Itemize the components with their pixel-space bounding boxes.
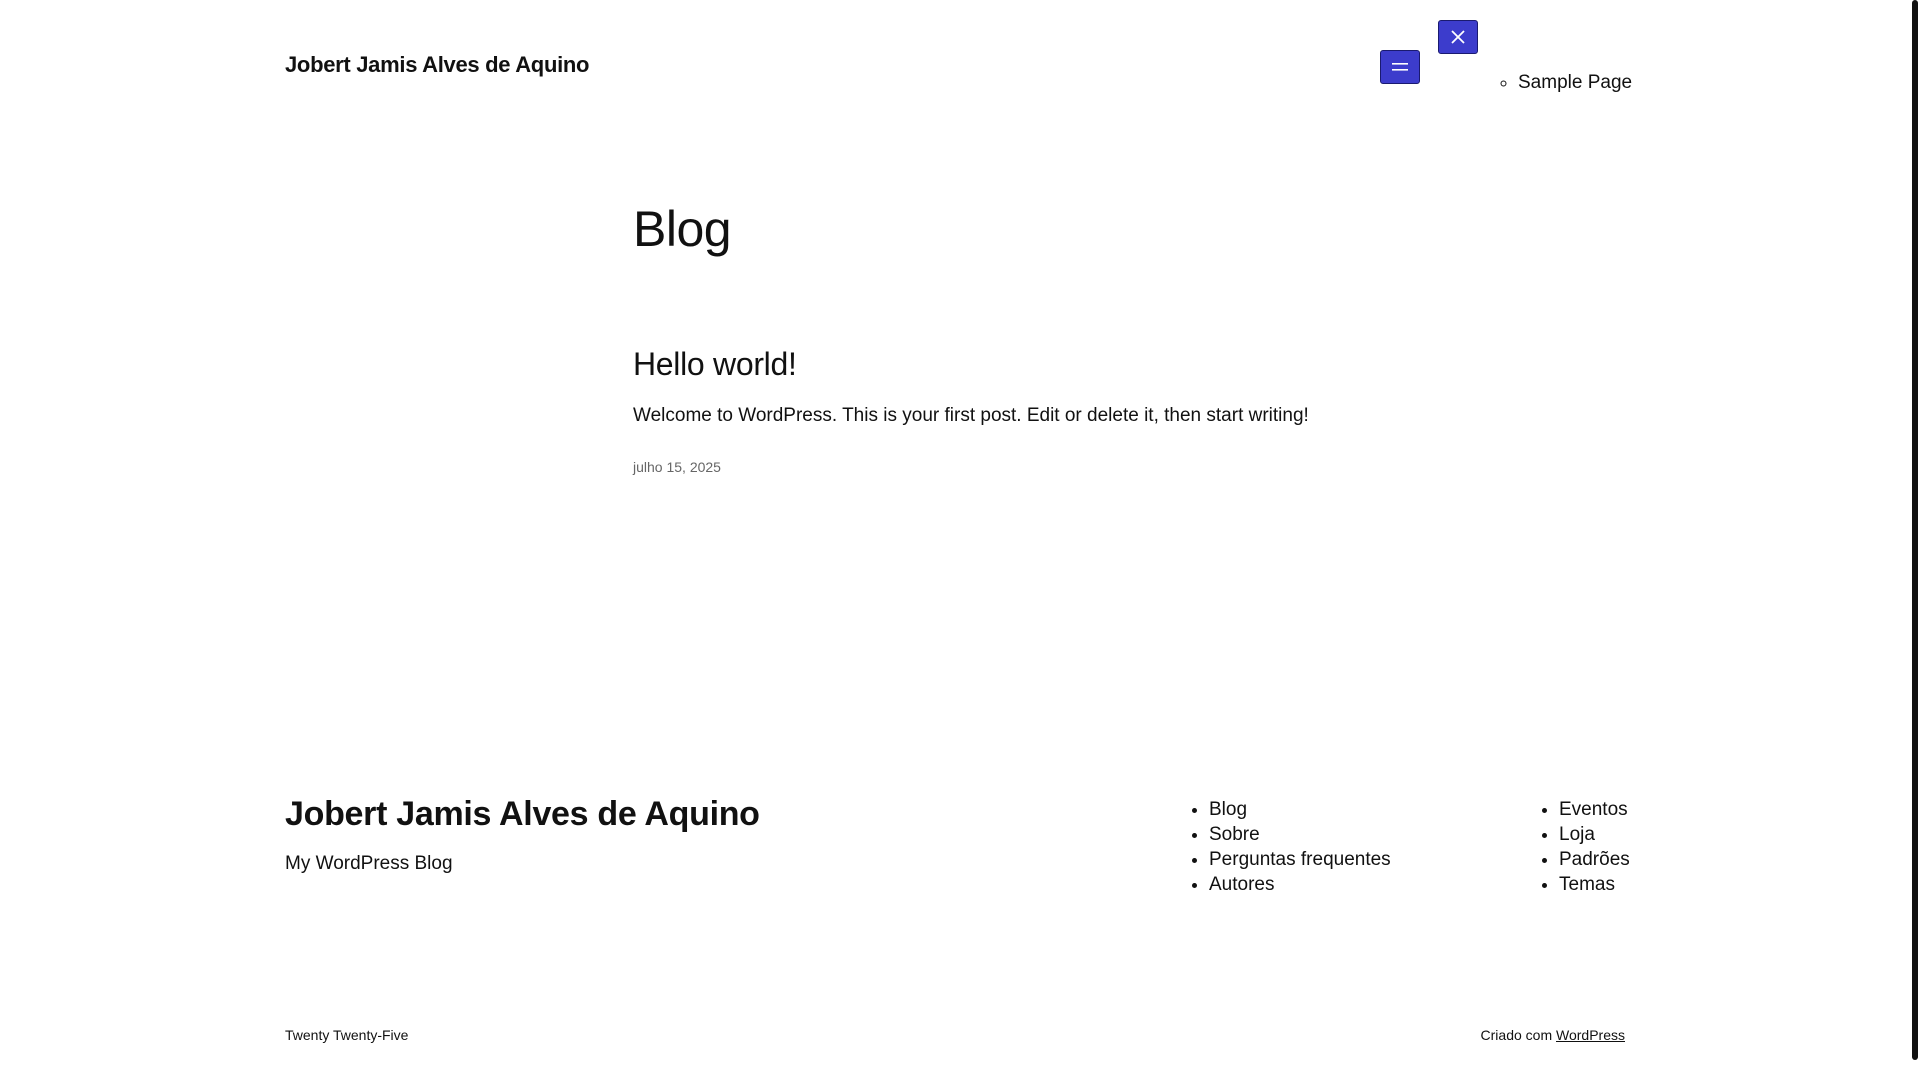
footer-link-blog[interactable]: Blog [1209, 799, 1247, 820]
footer-nav-item: Padrões [1559, 847, 1630, 872]
footer-link-loja[interactable]: Loja [1559, 824, 1595, 845]
footer-nav-item: Eventos [1559, 797, 1630, 822]
footer-nav-item: Temas [1559, 872, 1630, 897]
footer-link-perguntas-frequentes[interactable]: Perguntas frequentes [1209, 849, 1391, 870]
nav-link-sample-page[interactable]: Sample Page [1518, 72, 1632, 93]
footer-nav-column-1: Blog Sobre Perguntas frequentes Autores [1189, 797, 1391, 897]
footer-nav-item: Sobre [1209, 822, 1391, 847]
header-navigation: Sample Page [1500, 72, 1632, 94]
scrollbar-thumb[interactable] [1912, 0, 1918, 1060]
post-excerpt: Welcome to WordPress. This is your first… [633, 405, 1309, 426]
site-tagline: My WordPress Blog [285, 853, 453, 874]
post-title-link[interactable]: Hello world! [633, 346, 797, 382]
page-title: Blog [633, 201, 732, 257]
footer-credit: Criado com WordPress [1481, 1027, 1625, 1043]
site-title[interactable]: Jobert Jamis Alves de Aquino [285, 52, 589, 78]
footer-nav-item: Autores [1209, 872, 1391, 897]
footer-nav-item: Perguntas frequentes [1209, 847, 1391, 872]
footer-link-padroes[interactable]: Padrões [1559, 849, 1630, 870]
theme-name[interactable]: Twenty Twenty-Five [285, 1027, 408, 1043]
post-title: Hello world! [633, 346, 797, 383]
close-menu-button[interactable] [1438, 20, 1478, 54]
close-icon [1451, 30, 1465, 44]
footer-nav-column-2: Eventos Loja Padrões Temas [1539, 797, 1630, 897]
hamburger-icon [1392, 63, 1408, 71]
scrollbar[interactable] [1910, 0, 1920, 1080]
footer-link-eventos[interactable]: Eventos [1559, 799, 1628, 820]
open-menu-button[interactable] [1380, 50, 1420, 84]
nav-item-sample-page: Sample Page [1518, 72, 1632, 94]
credit-prefix: Criado com [1480, 1027, 1553, 1043]
page: Jobert Jamis Alves de Aquino Sample Page… [0, 0, 1920, 1080]
footer-nav-item: Loja [1559, 822, 1630, 847]
post-date[interactable]: julho 15, 2025 [633, 459, 721, 475]
footer-site-title[interactable]: Jobert Jamis Alves de Aquino [285, 795, 760, 834]
footer-nav-item: Blog [1209, 797, 1391, 822]
wordpress-link[interactable]: WordPress [1556, 1027, 1625, 1043]
footer-link-temas[interactable]: Temas [1559, 874, 1615, 895]
footer-link-autores[interactable]: Autores [1209, 874, 1274, 895]
footer-link-sobre[interactable]: Sobre [1209, 824, 1260, 845]
